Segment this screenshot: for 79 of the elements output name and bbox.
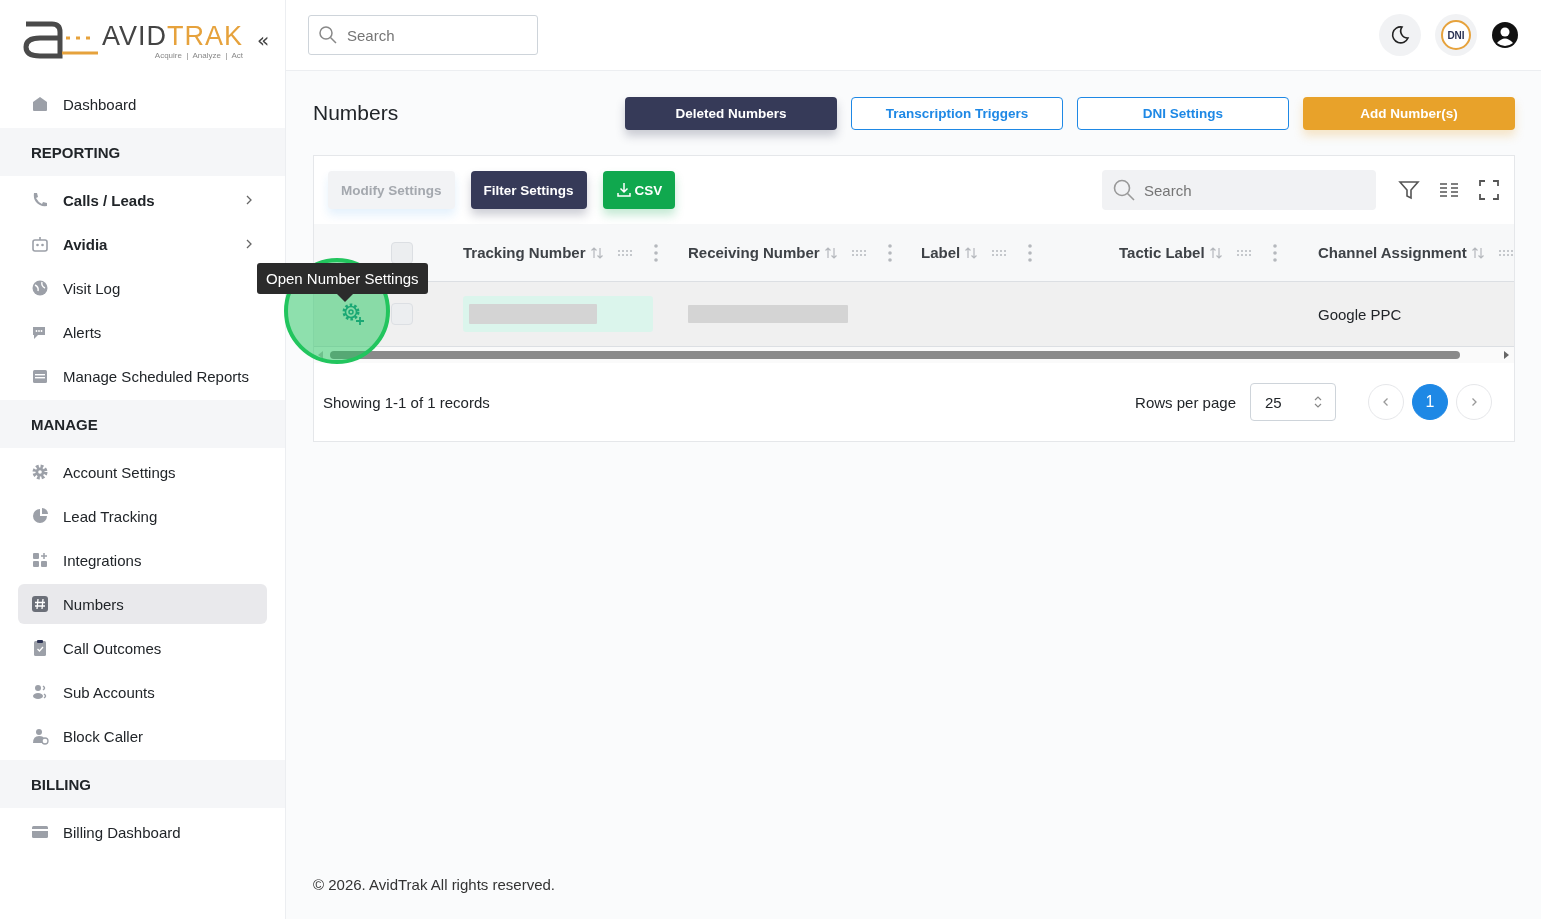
previous-page-button[interactable] bbox=[1368, 384, 1404, 420]
sidebar-section-header: MANAGE bbox=[0, 400, 285, 448]
drag-handle-icon[interactable] bbox=[617, 248, 632, 257]
sidebar-item[interactable]: Numbers bbox=[18, 584, 267, 624]
sidebar-item[interactable]: Account Settings bbox=[18, 452, 267, 492]
robot-icon bbox=[30, 234, 50, 254]
rows-per-page-label: Rows per page bbox=[1135, 393, 1236, 411]
grid-icon bbox=[30, 550, 50, 570]
chevron-left-icon bbox=[1381, 397, 1391, 407]
table-cell: Google PPC bbox=[1318, 305, 1402, 323]
page-action-button[interactable]: DNI Settings bbox=[1077, 96, 1289, 130]
sort-icon[interactable] bbox=[964, 245, 979, 260]
drag-handle-icon[interactable] bbox=[1498, 248, 1513, 257]
logo-wordmark: AVID bbox=[102, 23, 167, 50]
column-menu-icon[interactable] bbox=[1272, 243, 1277, 262]
toolbar-button[interactable]: Filter Settings bbox=[470, 171, 587, 209]
sort-icon[interactable] bbox=[1208, 245, 1223, 260]
rows-per-page-select[interactable]: 25 bbox=[1250, 383, 1336, 421]
logo-mark-icon bbox=[22, 20, 98, 60]
page-title: Numbers bbox=[313, 101, 400, 125]
scroll-left-icon[interactable] bbox=[318, 351, 324, 359]
sidebar-item[interactable]: Integrations bbox=[18, 540, 267, 580]
sidebar-item[interactable]: Billing Dashboard bbox=[18, 812, 267, 852]
globe-icon bbox=[30, 278, 50, 298]
home-icon bbox=[30, 94, 50, 114]
drag-handle-icon[interactable] bbox=[992, 248, 1007, 257]
next-page-button[interactable] bbox=[1456, 384, 1492, 420]
drag-handle-icon[interactable] bbox=[851, 248, 866, 257]
sort-icon[interactable] bbox=[589, 245, 604, 260]
sidebar-item[interactable]: Sub Accounts bbox=[18, 672, 267, 712]
download-icon bbox=[615, 182, 632, 198]
sidebar-item[interactable]: Lead Tracking bbox=[18, 496, 267, 536]
logo-wordmark: TRAK bbox=[167, 23, 244, 50]
dni-badge[interactable]: DNI bbox=[1441, 20, 1471, 50]
sidebar-item[interactable]: Calls / Leads bbox=[18, 180, 267, 220]
records-summary: Showing 1-1 of 1 records bbox=[323, 393, 490, 411]
sidebar-section-header: REPORTING bbox=[0, 128, 285, 176]
page-button[interactable]: 1 bbox=[1412, 384, 1448, 420]
drag-handle-icon[interactable] bbox=[1236, 248, 1251, 257]
sidebar-item[interactable]: Avidia bbox=[18, 224, 267, 264]
sort-icon[interactable] bbox=[823, 245, 838, 260]
tooltip-pointer-icon bbox=[337, 294, 353, 302]
copyright-text: © 2026. AvidTrak All rights reserved. bbox=[313, 876, 556, 895]
dark-mode-button[interactable] bbox=[1379, 14, 1421, 56]
sidebar-item[interactable]: Call Outcomes bbox=[18, 628, 267, 668]
chevron-right-icon bbox=[1469, 397, 1479, 407]
sidebar-item[interactable]: Dashboard bbox=[18, 84, 267, 124]
filter-icon[interactable] bbox=[1398, 179, 1420, 201]
column-header[interactable]: Channel Assignment bbox=[1318, 244, 1467, 261]
sidebar-item[interactable]: Block Caller bbox=[18, 716, 267, 756]
search-field[interactable]: Search bbox=[308, 15, 538, 55]
spinner-arrows-icon bbox=[1313, 395, 1323, 409]
horizontal-scrollbar[interactable] bbox=[330, 351, 1460, 359]
page-action-button[interactable]: Deleted Numbers bbox=[625, 96, 837, 130]
sidebar-section-header: BILLING bbox=[0, 760, 285, 808]
gear-icon bbox=[30, 462, 50, 482]
table-search-field[interactable]: Search bbox=[1102, 170, 1376, 210]
sidebar-item[interactable]: Manage Scheduled Reports bbox=[18, 356, 267, 396]
pie-icon bbox=[30, 506, 50, 526]
column-menu-icon[interactable] bbox=[1028, 243, 1033, 262]
logo-tagline: Acquire | Analyze | Act bbox=[154, 51, 244, 60]
scroll-right-icon[interactable] bbox=[1504, 351, 1510, 359]
column-header[interactable]: Label bbox=[921, 244, 961, 261]
page-action-button[interactable]: Transcription Triggers bbox=[851, 96, 1063, 130]
hash-icon bbox=[30, 594, 50, 614]
sort-icon[interactable] bbox=[1470, 245, 1485, 260]
collapse-sidebar-button[interactable]: « bbox=[253, 28, 274, 52]
select-all-checkbox[interactable] bbox=[391, 241, 413, 264]
row-checkbox[interactable] bbox=[391, 303, 413, 325]
column-header[interactable]: Receiving Number bbox=[688, 244, 820, 261]
moon-icon bbox=[1389, 24, 1411, 46]
column-menu-icon[interactable] bbox=[887, 243, 892, 262]
sidebar-item[interactable]: Alerts bbox=[18, 312, 267, 352]
fullscreen-icon[interactable] bbox=[1478, 179, 1500, 201]
column-menu-icon[interactable] bbox=[653, 243, 658, 262]
column-header[interactable]: Tracking Number bbox=[463, 244, 586, 261]
userblock-icon bbox=[30, 726, 50, 746]
user-account-icon[interactable] bbox=[1491, 21, 1519, 49]
column-header[interactable]: Tactic Label bbox=[1119, 244, 1205, 261]
